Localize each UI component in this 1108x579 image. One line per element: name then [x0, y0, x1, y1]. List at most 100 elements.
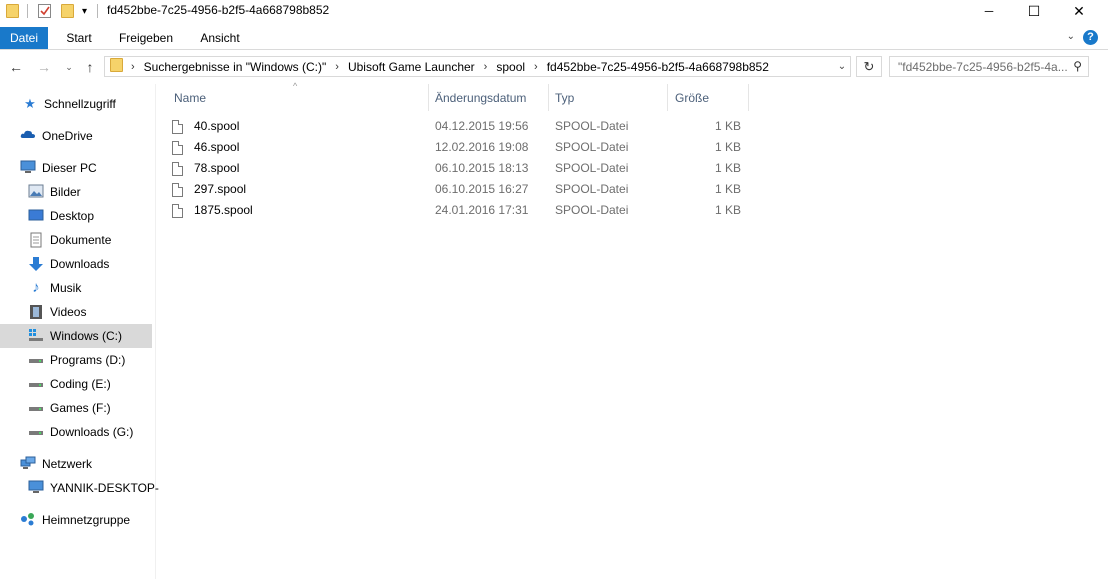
windows-drive-icon: [28, 328, 44, 344]
desktop-icon: [28, 208, 44, 224]
file-name[interactable]: 297.spool: [194, 179, 246, 200]
sidebar-item-programs-d[interactable]: Programs (D:): [28, 348, 125, 372]
star-icon: ★: [24, 96, 36, 111]
film-icon: [28, 304, 44, 320]
search-icon[interactable]: ⚲: [1073, 59, 1082, 73]
tab-freigeben[interactable]: Freigeben: [112, 27, 180, 49]
sidebar-item-label: Windows (C:): [50, 329, 123, 343]
properties-icon[interactable]: [37, 2, 53, 20]
sidebar-item-label: Musik: [50, 281, 82, 295]
navigation-bar: ← → ⌄ ↑ › Suchergebnisse in "Windows (C:…: [0, 54, 1108, 80]
file-icon: [172, 119, 183, 134]
sidebar-item-label: Downloads: [50, 257, 110, 271]
sidebar-item-games-f[interactable]: Games (F:): [28, 396, 111, 420]
file-type: SPOOL-Datei: [555, 140, 629, 154]
sidebar-item-label: Desktop: [50, 209, 95, 223]
search-text: "fd452bbe-7c25-4956-b2f5-4a...: [898, 59, 1068, 74]
sidebar-item-yannik-desktop[interactable]: YANNIK-DESKTOP-: [28, 476, 159, 500]
sidebar-item-desktop[interactable]: Desktop: [28, 204, 94, 228]
sidebar-item-dokumente[interactable]: Dokumente: [28, 228, 111, 252]
new-folder-icon[interactable]: [61, 2, 74, 20]
sidebar-item-dieser-pc[interactable]: Dieser PC: [20, 156, 97, 180]
file-size: 1 KB: [714, 203, 741, 217]
customize-quick-access-icon[interactable]: ▾: [82, 2, 87, 20]
tab-datei[interactable]: Datei: [0, 27, 48, 49]
close-button[interactable]: ✕: [1056, 0, 1102, 22]
sidebar-item-downloads-g[interactable]: Downloads (G:): [28, 420, 133, 444]
sidebar-item-bilder[interactable]: Bilder: [28, 180, 81, 204]
file-date: 12.02.2016 19:08: [435, 140, 529, 154]
table-row[interactable]: 297.spool 06.10.2015 16:27 SPOOL-Datei 1 KB: [172, 179, 752, 200]
chevron-right-icon[interactable]: ›: [335, 61, 339, 73]
sidebar-item-onedrive[interactable]: OneDrive: [20, 124, 93, 148]
column-header-size[interactable]: Größe: [675, 84, 745, 111]
sidebar-item-label: Coding (E:): [50, 377, 111, 391]
back-button[interactable]: ←: [7, 57, 25, 77]
drive-icon: [28, 400, 44, 416]
forward-button[interactable]: →: [35, 57, 53, 77]
column-header-type[interactable]: Typ: [555, 84, 665, 111]
quick-access-folder-icon[interactable]: [6, 2, 19, 20]
documents-icon: [28, 232, 44, 248]
breadcrumb-search-results[interactable]: Suchergebnisse in "Windows (C:)": [144, 60, 327, 74]
sidebar-item-label: Netzwerk: [42, 457, 93, 471]
column-divider[interactable]: [548, 84, 549, 111]
tab-ansicht[interactable]: Ansicht: [193, 27, 247, 49]
address-dropdown-icon[interactable]: ⌄: [834, 57, 850, 76]
sidebar-item-downloads[interactable]: Downloads: [28, 252, 109, 276]
address-bar[interactable]: › Suchergebnisse in "Windows (C:)" › Ubi…: [104, 56, 851, 77]
file-name[interactable]: 78.spool: [194, 158, 239, 179]
search-input[interactable]: "fd452bbe-7c25-4956-b2f5-4a... ⚲: [889, 56, 1089, 77]
breadcrumb-spool[interactable]: spool: [496, 60, 525, 74]
window-title: fd452bbe-7c25-4956-b2f5-4a668798b852: [107, 3, 330, 17]
drive-icon: [28, 352, 44, 368]
sidebar-item-label: Dieser PC: [42, 161, 97, 175]
sidebar-item-musik[interactable]: ♪ Musik: [28, 276, 81, 300]
table-row[interactable]: 1875.spool 24.01.2016 17:31 SPOOL-Datei 1 K…: [172, 200, 752, 221]
column-divider[interactable]: [667, 84, 668, 111]
chevron-right-icon[interactable]: ›: [534, 61, 538, 73]
up-button[interactable]: ↑: [81, 57, 99, 77]
divider: [27, 4, 28, 18]
sidebar-item-coding-e[interactable]: Coding (E:): [28, 372, 111, 396]
table-row[interactable]: 78.spool 06.10.2015 18:13 SPOOL-Datei 1 KB: [172, 158, 752, 179]
file-size: 1 KB: [714, 119, 741, 133]
table-row[interactable]: 46.spool 12.02.2016 19:08 SPOOL-Datei 1 KB: [172, 137, 752, 158]
minimize-button[interactable]: ─: [966, 0, 1012, 22]
sidebar-item-label: Downloads (G:): [50, 425, 134, 439]
folder-icon: [110, 58, 123, 75]
file-name[interactable]: 1875.spool: [194, 200, 253, 221]
ribbon-expand-icon[interactable]: ⌄: [1067, 31, 1075, 42]
chevron-right-icon[interactable]: ›: [484, 61, 488, 73]
cloud-icon: [20, 128, 36, 144]
sidebar-item-schnellzugriff[interactable]: ★ Schnellzugriff: [22, 92, 116, 116]
file-list: ^ Name Änderungsdatum Typ Größe 40.spool…: [156, 81, 1108, 579]
sidebar-item-label: Dokumente: [50, 233, 112, 247]
table-row[interactable]: 40.spool 04.12.2015 19:56 SPOOL-Datei 1 KB: [172, 116, 752, 137]
refresh-button[interactable]: ↻: [856, 56, 882, 77]
sidebar-item-netzwerk[interactable]: Netzwerk: [20, 452, 92, 476]
breadcrumb-current-folder[interactable]: fd452bbe-7c25-4956-b2f5-4a668798b852: [547, 60, 769, 74]
sidebar-item-label: Videos: [50, 305, 87, 319]
file-name[interactable]: 46.spool: [194, 137, 239, 158]
recent-locations-button[interactable]: ⌄: [60, 57, 78, 77]
maximize-button[interactable]: ☐: [1011, 0, 1057, 22]
column-divider[interactable]: [748, 84, 749, 111]
file-icon: [172, 182, 183, 197]
breadcrumb-ubisoft[interactable]: Ubisoft Game Launcher: [348, 60, 475, 74]
sidebar-item-heimnetzgruppe[interactable]: Heimnetzgruppe: [20, 508, 130, 532]
tab-start[interactable]: Start: [58, 27, 100, 49]
column-header-name[interactable]: Name: [174, 84, 424, 111]
column-divider[interactable]: [428, 84, 429, 111]
help-icon[interactable]: ?: [1083, 30, 1098, 45]
sidebar-item-label: Games (F:): [50, 401, 111, 415]
column-header-date[interactable]: Änderungsdatum: [435, 84, 547, 111]
file-type: SPOOL-Datei: [555, 161, 629, 175]
sidebar-item-videos[interactable]: Videos: [28, 300, 86, 324]
file-date: 06.10.2015 18:13: [435, 161, 529, 175]
chevron-right-icon[interactable]: ›: [131, 61, 135, 73]
divider: [97, 4, 98, 18]
file-type: SPOOL-Datei: [555, 182, 629, 196]
file-name[interactable]: 40.spool: [194, 116, 239, 137]
sidebar-item-windows-c[interactable]: Windows (C:): [0, 324, 152, 348]
